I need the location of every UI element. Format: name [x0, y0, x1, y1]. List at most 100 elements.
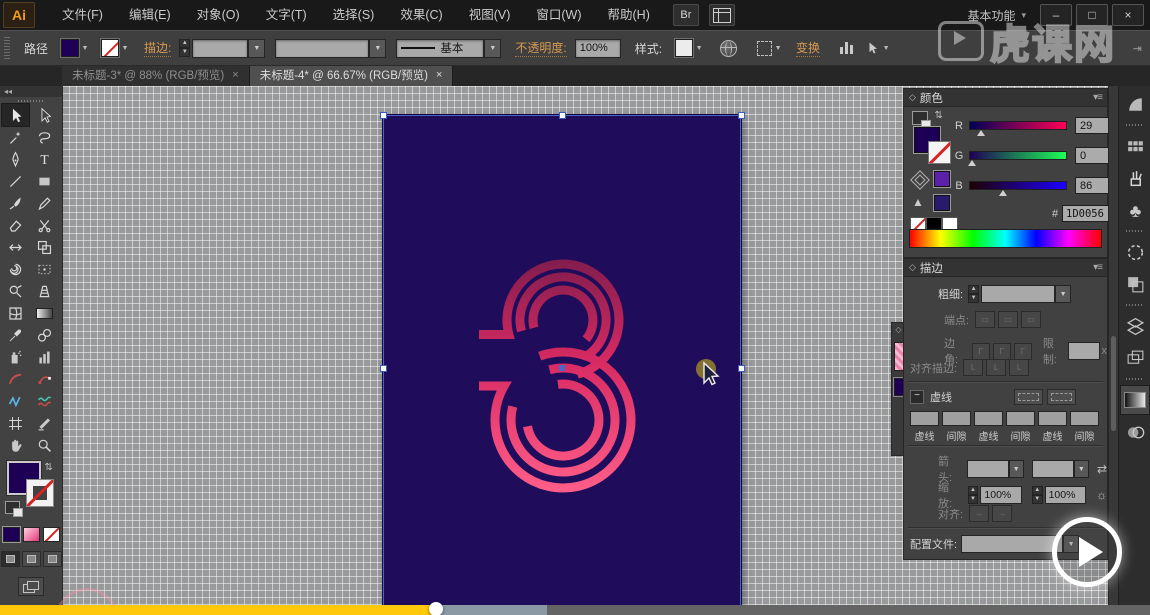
- column-graph-tool-icon[interactable]: [31, 346, 58, 368]
- dash-input[interactable]: [1038, 411, 1067, 426]
- swap-icon[interactable]: ⇄: [933, 110, 944, 118]
- align-outside-button[interactable]: L: [1009, 359, 1029, 376]
- hex-value-input[interactable]: 1D0056: [1062, 205, 1109, 222]
- workspace-switcher[interactable]: 基本功能 ▾: [967, 7, 1026, 24]
- gap-input[interactable]: [1070, 411, 1099, 426]
- menu-view[interactable]: 视图(V): [456, 0, 524, 30]
- join-round-button[interactable]: Γ: [993, 343, 1011, 360]
- swap-arrowheads-icon[interactable]: ⇄: [1097, 462, 1107, 476]
- mesh-tool-icon[interactable]: [2, 302, 29, 324]
- slice-tool-icon[interactable]: [31, 412, 58, 434]
- scrollbar-thumb[interactable]: [1111, 336, 1116, 431]
- link-scales-icon[interactable]: ☼: [1096, 488, 1107, 502]
- dash-input[interactable]: [974, 411, 1003, 426]
- draw-inside-button[interactable]: [43, 551, 62, 567]
- magic-wand-tool-icon[interactable]: [2, 126, 29, 148]
- dock-grip[interactable]: [1126, 230, 1144, 232]
- puppet-warp-tool-icon[interactable]: [31, 258, 58, 280]
- selection-handle-top-mid[interactable]: [559, 112, 566, 119]
- slider-thumb[interactable]: [977, 130, 985, 136]
- document-tab-2-active[interactable]: 未标题-4* @ 66.67% (RGB/预览) ×: [250, 64, 454, 86]
- document-setup-icon[interactable]: [720, 40, 737, 57]
- dock-grip[interactable]: [1126, 304, 1144, 306]
- menu-type[interactable]: 文字(T): [253, 0, 320, 30]
- menu-edit[interactable]: 编辑(E): [116, 0, 184, 30]
- stepper-up-icon[interactable]: ▲: [179, 39, 190, 48]
- slider-thumb[interactable]: [968, 160, 976, 166]
- stroke-weight-stepper[interactable]: ▲ ▼: [179, 39, 190, 57]
- pencil-tool-icon[interactable]: [31, 192, 58, 214]
- rectangle-tool-icon[interactable]: [31, 170, 58, 192]
- dash-preserve-button[interactable]: [1014, 389, 1043, 405]
- gamut-swatch[interactable]: [934, 195, 950, 211]
- gradient-proxy-swatch[interactable]: [894, 342, 904, 371]
- hand-tool-icon[interactable]: [2, 434, 29, 456]
- stepper-up-icon[interactable]: ▲: [1032, 486, 1043, 495]
- cap-round-button[interactable]: ▭: [998, 311, 1018, 328]
- paint-gradient-button[interactable]: [23, 527, 40, 542]
- stroke-proxy-swatch[interactable]: [26, 479, 54, 507]
- chevron-down-icon[interactable]: ▼: [248, 39, 265, 58]
- warp-tool-icon[interactable]: [2, 258, 29, 280]
- opacity-input[interactable]: 100%: [575, 39, 621, 58]
- fill-color-control[interactable]: ▼: [61, 39, 91, 57]
- pathfinder-panel-icon[interactable]: [1121, 270, 1149, 298]
- artboard[interactable]: [383, 115, 741, 605]
- scale-input-1[interactable]: 100%: [980, 486, 1021, 504]
- panel-menu-icon[interactable]: ▾≡: [1093, 262, 1102, 273]
- stepper-down-icon[interactable]: ▼: [179, 48, 190, 57]
- stroke-weight-input[interactable]: [192, 39, 248, 58]
- chevron-down-icon[interactable]: ▼: [880, 40, 892, 56]
- stepper-up-icon[interactable]: ▲: [968, 285, 979, 294]
- selection-handle-right-mid[interactable]: [738, 365, 745, 372]
- type-tool-icon[interactable]: T: [31, 148, 58, 170]
- align-center-button[interactable]: L: [963, 359, 983, 376]
- blue-slider[interactable]: [969, 181, 1067, 190]
- stepper-down-icon[interactable]: ▼: [968, 294, 979, 303]
- weight-stepper[interactable]: ▲ ▼: [968, 285, 979, 303]
- stroke-panel-header[interactable]: ◇ 描边 ▾≡: [904, 259, 1107, 277]
- menu-help[interactable]: 帮助(H): [595, 0, 663, 30]
- dock-grip[interactable]: [1126, 124, 1144, 126]
- arrowhead-start-select[interactable]: [967, 460, 1009, 478]
- brushes-panel-icon[interactable]: [1121, 164, 1149, 192]
- width-tool-icon[interactable]: [2, 236, 29, 258]
- web-safe-swatch[interactable]: [934, 171, 950, 187]
- stepper-down-icon[interactable]: ▼: [1032, 495, 1043, 504]
- document-tab-1[interactable]: 未标题-3* @ 88% (RGB/预览) ×: [62, 64, 250, 86]
- close-icon[interactable]: ×: [436, 69, 442, 81]
- panel-grip[interactable]: [4, 37, 10, 59]
- slider-thumb[interactable]: [999, 190, 1007, 196]
- scale-input-2[interactable]: 100%: [1045, 486, 1086, 504]
- paint-color-button[interactable]: [3, 527, 20, 542]
- symbol-sprayer-tool-icon[interactable]: [2, 346, 29, 368]
- red-slider[interactable]: [969, 121, 1067, 130]
- stroke-none-swatch[interactable]: [101, 39, 119, 57]
- chevron-down-icon[interactable]: ▼: [1055, 285, 1071, 303]
- scale-stepper-2[interactable]: ▲ ▼: [1032, 486, 1043, 504]
- paintbrush-tool-icon[interactable]: [2, 192, 29, 214]
- draw-behind-button[interactable]: [22, 551, 41, 567]
- selection-handle-left-mid[interactable]: [380, 365, 387, 372]
- cap-butt-button[interactable]: ▭: [975, 311, 995, 328]
- align-arrow-tip-button[interactable]: →: [969, 505, 989, 522]
- gradient-tool-icon[interactable]: [31, 302, 58, 324]
- gap-input[interactable]: [942, 411, 971, 426]
- curvature-tool-red-icon[interactable]: [31, 368, 58, 390]
- transform-link[interactable]: 变换: [796, 39, 820, 57]
- chevron-down-icon[interactable]: ▼: [1009, 460, 1024, 478]
- chevron-down-icon[interactable]: ▼: [79, 40, 91, 56]
- screen-mode-button[interactable]: [18, 577, 44, 596]
- dock-grip[interactable]: [1126, 378, 1144, 380]
- perspective-grid-tool-icon[interactable]: [31, 280, 58, 302]
- toolbar-collapse-icon[interactable]: ◂◂: [0, 86, 62, 97]
- smooth-tool-teal-icon[interactable]: [31, 390, 58, 412]
- align-distribute-icon[interactable]: [840, 42, 853, 54]
- stroke-color-control[interactable]: ▼: [101, 39, 131, 57]
- fill-proxy-swatch[interactable]: [894, 378, 904, 396]
- eraser-tool-icon[interactable]: [2, 214, 29, 236]
- arrange-documents-icon[interactable]: [709, 4, 735, 26]
- free-transform-tool-icon[interactable]: [31, 236, 58, 258]
- direct-selection-tool-icon[interactable]: [31, 104, 58, 126]
- fill-swatch[interactable]: [61, 39, 79, 57]
